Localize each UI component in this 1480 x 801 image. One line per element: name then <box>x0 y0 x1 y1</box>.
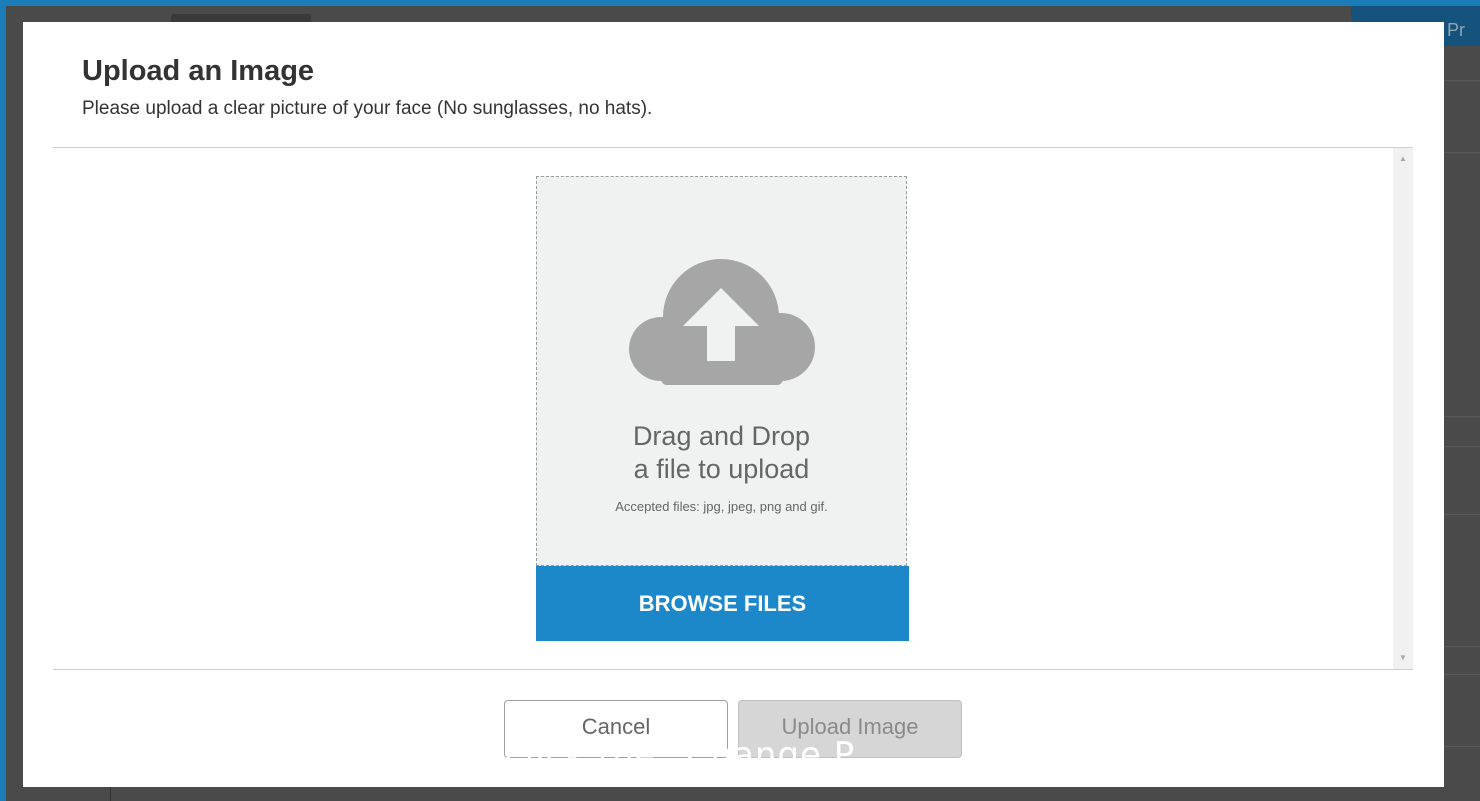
drag-drop-text: Drag and Drop <box>632 421 811 451</box>
background-divider <box>1444 646 1480 647</box>
background-divider <box>1444 446 1480 447</box>
cloud-upload-icon <box>629 259 815 385</box>
background-divider <box>1444 746 1480 747</box>
footer-divider <box>53 669 1413 670</box>
accepted-files-text: Accepted files: jpg, jpeg, png and gif. <box>615 499 828 514</box>
browse-files-button[interactable]: BROWSE FILES <box>536 566 909 641</box>
modal-subtitle: Please upload a clear picture of your fa… <box>82 98 653 119</box>
background-divider <box>1444 674 1480 675</box>
background-divider <box>1444 152 1480 153</box>
drag-drop-subtext: a file to upload <box>633 454 810 484</box>
background-divider <box>1444 80 1480 81</box>
modal-header: Upload an Image Please upload a clear pi… <box>82 54 652 120</box>
modal-body: Drag and Drop a file to upload Accepted … <box>53 148 1413 669</box>
background-divider <box>1444 416 1480 417</box>
scroll-up-arrow-icon[interactable]: ▲ <box>1393 152 1413 166</box>
upload-image-modal: Upload an Image Please upload a clear pi… <box>23 22 1444 787</box>
modal-scrollbar[interactable]: ▲ ▼ <box>1393 148 1413 669</box>
video-caption: click the “Change P <box>505 735 856 763</box>
background-sidebar-edge <box>110 786 111 801</box>
scroll-down-arrow-icon[interactable]: ▼ <box>1393 651 1413 665</box>
modal-title: Upload an Image <box>82 55 315 87</box>
background-divider <box>1444 514 1480 515</box>
file-dropzone[interactable]: Drag and Drop a file to upload Accepted … <box>536 176 907 566</box>
